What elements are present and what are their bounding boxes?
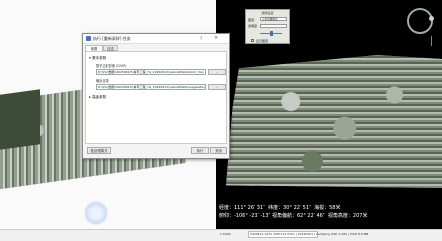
input-dom-field[interactable]: D:\\fv\\数据\\20250613\\青年工程_YG_20250613\\… xyxy=(96,69,206,75)
section-advanced-params[interactable]: ▸ 高级参数 xyxy=(89,95,106,100)
layer-panel-title: 透明设置 xyxy=(261,11,274,15)
readout-line-position: 经度：111° 26′ 31″ 纬度：30° 22′ 51″ 海拔：58米 xyxy=(219,205,341,211)
input-browse-button[interactable]: ... xyxy=(208,69,226,75)
zoom-knob-icon[interactable] xyxy=(429,16,434,21)
parameters-panel: ▾ 基本参数 数字正射影像 (DOM) D:\\fv\\数据\\20250613… xyxy=(85,51,227,144)
opacity-field[interactable] xyxy=(260,24,287,28)
show-layer-label: 显示图层 xyxy=(256,38,269,43)
compass-icon[interactable] xyxy=(407,8,433,34)
opacity-label: 透明度: xyxy=(248,24,259,28)
output-browse-button[interactable]: ... xyxy=(208,84,226,90)
glow-artifact xyxy=(84,201,108,225)
show-layer-checkbox[interactable] xyxy=(251,39,254,42)
section-basic-params[interactable]: ▾ 基本参数 xyxy=(89,56,106,61)
run-button[interactable]: 执行 xyxy=(191,147,209,154)
zoom-slider[interactable] xyxy=(431,36,432,46)
help-icon[interactable]: ? xyxy=(200,36,202,41)
input-dom-label: 数字正射影像 (DOM) xyxy=(96,64,127,68)
ortho-image-left-shadow xyxy=(0,89,40,150)
status-info: 5400612.1470 3387170.0321 | 20240601 | S… xyxy=(250,232,369,236)
resample-dialog: 执行 [重新采样] 任务 ? × 参数 日志 ▾ 基本参数 数字正射影像 (DO… xyxy=(82,33,230,159)
status-scale: 1:5000 xyxy=(220,232,231,236)
layer-label: 图层: xyxy=(248,18,256,22)
ortho-image-right xyxy=(226,55,442,188)
layer-select[interactable]: 正射影像图层 xyxy=(260,17,287,21)
status-bar: 1:5000 5400612.1470 3387170.0321 | 20240… xyxy=(0,229,442,241)
batch-mode-button[interactable]: 批处理模式 xyxy=(87,147,111,154)
output-dir-field[interactable]: D:\\fv\\数据\\20250613\\青年工程_YG_20250613\\… xyxy=(96,84,206,90)
readout-line-camera: 俯仰：-106° -23′ -13″ 视角偏航：62° 22′ 46″ 视角高度… xyxy=(219,212,368,219)
opacity-slider-knob[interactable] xyxy=(270,31,273,36)
coordinate-readout: 经度：111° 26′ 31″ 纬度：30° 22′ 51″ 海拔：58米 俯仰… xyxy=(219,205,442,220)
dialog-title: 执行 [重新采样] 任务 xyxy=(93,36,131,41)
close-icon[interactable]: × xyxy=(214,35,218,41)
output-dir-label: 输出目录 xyxy=(96,79,109,83)
layer-transparency-panel: 透明设置 图层: 正射影像图层 透明度: 显示图层 xyxy=(245,9,290,44)
app-icon xyxy=(86,36,91,41)
close-button[interactable]: 关闭 xyxy=(210,147,227,154)
